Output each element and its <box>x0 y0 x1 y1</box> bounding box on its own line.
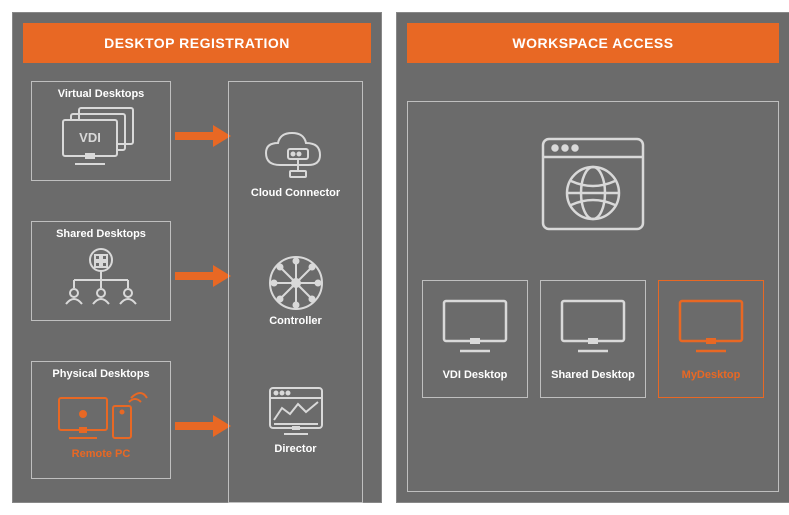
vdi-badge-text: VDI <box>79 130 101 145</box>
tile-mydesktop: MyDesktop <box>658 280 764 398</box>
label-mydesktop: MyDesktop <box>659 369 763 381</box>
services-column: Cloud Connector <box>228 81 363 503</box>
label-virtual-desktops: Virtual Desktops <box>32 88 170 100</box>
title-workspace-access: WORKSPACE ACCESS <box>407 23 779 63</box>
monitor-icon <box>659 291 763 361</box>
label-physical-desktops: Physical Desktops <box>32 368 170 380</box>
box-physical-desktops: Physical Desktops Rem <box>31 361 171 479</box>
svc-cloud-connector: Cloud Connector <box>251 129 340 199</box>
vdi-monitors-icon: VDI <box>32 104 170 170</box>
shared-network-icon <box>32 244 170 310</box>
title-desktop-registration: DESKTOP REGISTRATION <box>23 23 371 63</box>
label-shared-desktop: Shared Desktop <box>541 369 645 381</box>
arrow-icon <box>175 265 231 287</box>
label-cloud-connector: Cloud Connector <box>251 187 340 199</box>
diagram-root: DESKTOP REGISTRATION Virtual Desktops V <box>12 12 777 503</box>
tiles-row: VDI Desktop Shared Desktop MyDesktop <box>422 280 764 398</box>
svc-director: Director <box>264 385 328 455</box>
svc-controller: Controller <box>266 257 326 327</box>
monitor-icon <box>541 291 645 361</box>
cloud-connector-icon <box>251 129 340 181</box>
director-icon <box>264 385 328 437</box>
label-vdi-desktop: VDI Desktop <box>423 369 527 381</box>
controller-icon <box>266 257 326 309</box>
box-shared-desktops: Shared Desktops <box>31 221 171 321</box>
label-director: Director <box>264 443 328 455</box>
arrow-icon <box>175 125 231 147</box>
right-body: VDI Desktop Shared Desktop MyDesktop <box>407 101 779 492</box>
panel-workspace-access: WORKSPACE ACCESS <box>396 12 789 503</box>
label-controller: Controller <box>266 315 326 327</box>
remote-pc-icon <box>32 384 170 450</box>
left-body: Virtual Desktops VDI Sha <box>23 81 371 492</box>
panel-desktop-registration: DESKTOP REGISTRATION Virtual Desktops V <box>12 12 382 503</box>
monitor-icon <box>423 291 527 361</box>
label-shared-desktops: Shared Desktops <box>32 228 170 240</box>
browser-globe-icon <box>533 126 653 246</box>
box-virtual-desktops: Virtual Desktops VDI <box>31 81 171 181</box>
arrow-icon <box>175 415 231 437</box>
tile-vdi-desktop: VDI Desktop <box>422 280 528 398</box>
tile-shared-desktop: Shared Desktop <box>540 280 646 398</box>
